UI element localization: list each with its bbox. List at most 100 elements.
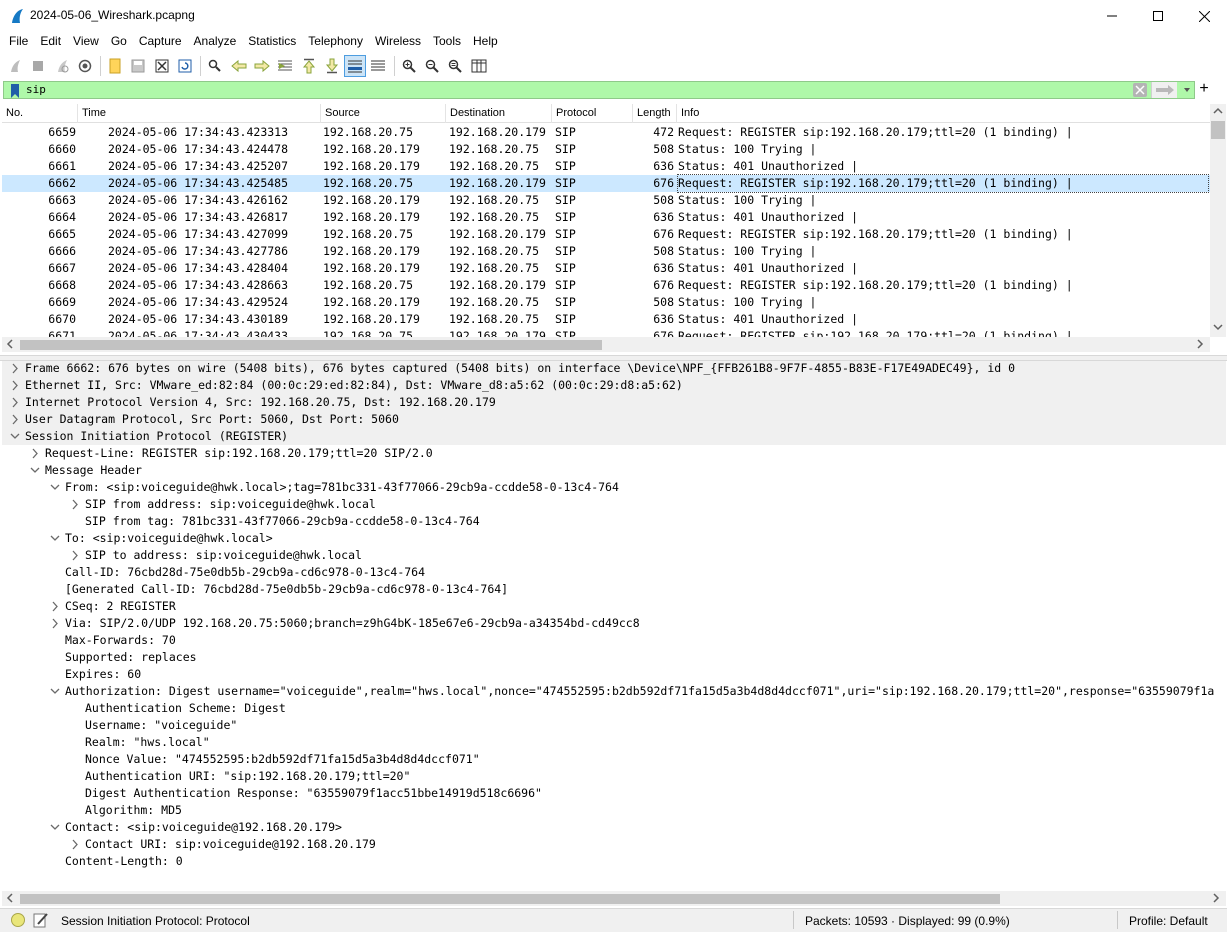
- packet-row[interactable]: 6665 2024-05-06 17:34:43.427099 192.168.20…: [2, 226, 1210, 243]
- scroll-right-icon[interactable]: [1211, 893, 1221, 903]
- go-first-icon[interactable]: [298, 55, 320, 77]
- packet-row[interactable]: 6666 2024-05-06 17:34:43.427786 192.168.20…: [2, 243, 1210, 260]
- scroll-left-icon[interactable]: [5, 893, 15, 903]
- column-header-protocol[interactable]: Protocol: [552, 104, 633, 123]
- collapse-arrow-icon[interactable]: [50, 819, 60, 836]
- collapse-arrow-icon[interactable]: [50, 683, 60, 700]
- filter-history-dropdown[interactable]: [1181, 82, 1193, 98]
- detail-tree-item[interactable]: Session Initiation Protocol (REGISTER): [2, 428, 1226, 445]
- column-header-source[interactable]: Source: [321, 104, 446, 123]
- capture-comment-edit-icon[interactable]: [33, 912, 49, 928]
- go-forward-icon[interactable]: [251, 55, 273, 77]
- menu-wireless[interactable]: Wireless: [369, 32, 427, 52]
- menu-statistics[interactable]: Statistics: [242, 32, 302, 52]
- detail-tree-item[interactable]: From: <sip:voiceguide@hwk.local>;tag=781…: [2, 479, 1226, 496]
- find-packet-icon[interactable]: [204, 55, 226, 77]
- expand-arrow-icon[interactable]: [70, 496, 80, 513]
- zoom-normal-icon[interactable]: [444, 55, 466, 77]
- detail-tree-item[interactable]: Authentication Scheme: Digest: [2, 700, 1226, 717]
- packet-row[interactable]: 6668 2024-05-06 17:34:43.428663 192.168.20…: [2, 277, 1210, 294]
- menu-telephony[interactable]: Telephony: [302, 32, 369, 52]
- maximize-button[interactable]: [1135, 0, 1181, 32]
- detail-tree-item[interactable]: Realm: "hws.local": [2, 734, 1226, 751]
- minimize-button[interactable]: [1089, 0, 1135, 32]
- scroll-right-icon[interactable]: [1195, 339, 1205, 349]
- menu-view[interactable]: View: [67, 32, 105, 52]
- packet-row[interactable]: 6671 2024-05-06 17:34:43.430433 192.168.20…: [2, 328, 1210, 338]
- packet-list-horizontal-scroll-thumb[interactable]: [20, 340, 602, 350]
- detail-tree-item[interactable]: Nonce Value: "474552595:b2db592df71fa15d…: [2, 751, 1226, 768]
- column-header-no[interactable]: No.: [2, 104, 78, 123]
- expand-arrow-icon[interactable]: [10, 394, 20, 411]
- detail-tree-item[interactable]: Supported: replaces: [2, 649, 1226, 666]
- column-header-length[interactable]: Length: [633, 104, 677, 123]
- detail-tree-item[interactable]: Request-Line: REGISTER sip:192.168.20.17…: [2, 445, 1226, 462]
- details-horizontal-scroll-thumb[interactable]: [20, 894, 1000, 904]
- detail-tree-item[interactable]: User Datagram Protocol, Src Port: 5060, …: [2, 411, 1226, 428]
- collapse-arrow-icon[interactable]: [10, 428, 20, 445]
- expand-arrow-icon[interactable]: [50, 615, 60, 632]
- detail-tree-item[interactable]: Username: "voiceguide": [2, 717, 1226, 734]
- menu-analyze[interactable]: Analyze: [188, 32, 243, 52]
- start-capture-icon[interactable]: [4, 55, 26, 77]
- clear-filter-icon[interactable]: [1133, 83, 1147, 97]
- detail-tree-item[interactable]: Authorization: Digest username="voicegui…: [2, 683, 1226, 700]
- detail-tree-item[interactable]: Frame 6662: 676 bytes on wire (5408 bits…: [2, 361, 1226, 377]
- detail-tree-item[interactable]: Call-ID: 76cbd28d-75e0db5b-29cb9a-cd6c97…: [2, 564, 1226, 581]
- menu-file[interactable]: File: [3, 32, 34, 52]
- detail-tree-item[interactable]: Authentication URI: "sip:192.168.20.179;…: [2, 768, 1226, 785]
- detail-tree-item[interactable]: Via: SIP/2.0/UDP 192.168.20.75:5060;bran…: [2, 615, 1226, 632]
- collapse-arrow-icon[interactable]: [30, 462, 40, 479]
- scroll-left-icon[interactable]: [5, 339, 15, 349]
- packet-row[interactable]: 6659 2024-05-06 17:34:43.423313 192.168.20…: [2, 124, 1210, 141]
- go-to-packet-icon[interactable]: [274, 55, 296, 77]
- save-file-icon[interactable]: [127, 55, 149, 77]
- detail-tree-item[interactable]: Content-Length: 0: [2, 853, 1226, 870]
- detail-tree-item[interactable]: CSeq: 2 REGISTER: [2, 598, 1226, 615]
- detail-tree-item[interactable]: Max-Forwards: 70: [2, 632, 1226, 649]
- expand-arrow-icon[interactable]: [10, 411, 20, 428]
- detail-tree-item[interactable]: SIP from tag: 781bc331-43f77066-29cb9a-c…: [2, 513, 1226, 530]
- stop-capture-icon[interactable]: [27, 55, 49, 77]
- colorize-icon[interactable]: [367, 55, 389, 77]
- column-header-info[interactable]: Info: [677, 104, 1210, 123]
- scroll-up-icon[interactable]: [1213, 106, 1223, 116]
- packet-row[interactable]: 6662 2024-05-06 17:34:43.425485 192.168.20…: [2, 173, 1210, 193]
- packet-row[interactable]: 6660 2024-05-06 17:34:43.424478 192.168.20…: [2, 141, 1210, 158]
- packet-row[interactable]: 6664 2024-05-06 17:34:43.426817 192.168.20…: [2, 209, 1210, 226]
- detail-tree-item[interactable]: Expires: 60: [2, 666, 1226, 683]
- expand-arrow-icon[interactable]: [50, 598, 60, 615]
- packet-row[interactable]: 6669 2024-05-06 17:34:43.429524 192.168.20…: [2, 294, 1210, 311]
- menu-go[interactable]: Go: [105, 32, 133, 52]
- expand-arrow-icon[interactable]: [30, 445, 40, 462]
- packet-row[interactable]: 6661 2024-05-06 17:34:43.425207 192.168.20…: [2, 158, 1210, 175]
- zoom-in-icon[interactable]: [398, 55, 420, 77]
- detail-tree-item[interactable]: SIP to address: sip:voiceguide@hwk.local: [2, 547, 1226, 564]
- restart-capture-icon[interactable]: [51, 55, 73, 77]
- go-back-icon[interactable]: [228, 55, 250, 77]
- reload-file-icon[interactable]: [174, 55, 196, 77]
- capture-options-icon[interactable]: [74, 55, 96, 77]
- packet-row[interactable]: 6667 2024-05-06 17:34:43.428404 192.168.20…: [2, 260, 1210, 277]
- detail-tree-item[interactable]: Ethernet II, Src: VMware_ed:82:84 (00:0c…: [2, 377, 1226, 394]
- go-last-icon[interactable]: [321, 55, 343, 77]
- detail-tree-item[interactable]: To: <sip:voiceguide@hwk.local>: [2, 530, 1226, 547]
- add-filter-button-plus-icon[interactable]: +: [1197, 80, 1211, 98]
- scroll-down-icon[interactable]: [1213, 322, 1223, 332]
- packet-row[interactable]: 6670 2024-05-06 17:34:43.430189 192.168.20…: [2, 311, 1210, 328]
- apply-filter-icon[interactable]: [1151, 82, 1177, 98]
- detail-tree-item[interactable]: Digest Authentication Response: "6355907…: [2, 785, 1226, 802]
- expand-arrow-icon[interactable]: [10, 377, 20, 394]
- zoom-out-icon[interactable]: [421, 55, 443, 77]
- expand-arrow-icon[interactable]: [70, 547, 80, 564]
- display-filter-input[interactable]: sip: [26, 83, 46, 96]
- resize-columns-icon[interactable]: [468, 55, 490, 77]
- detail-tree-item[interactable]: SIP from address: sip:voiceguide@hwk.loc…: [2, 496, 1226, 513]
- open-file-icon[interactable]: [104, 55, 126, 77]
- detail-tree-item[interactable]: Algorithm: MD5: [2, 802, 1226, 819]
- menu-edit[interactable]: Edit: [34, 32, 67, 52]
- packet-row[interactable]: 6663 2024-05-06 17:34:43.426162 192.168.20…: [2, 192, 1210, 209]
- menu-help[interactable]: Help: [467, 32, 504, 52]
- expert-info-led-icon[interactable]: [11, 913, 25, 927]
- column-header-destination[interactable]: Destination: [446, 104, 552, 123]
